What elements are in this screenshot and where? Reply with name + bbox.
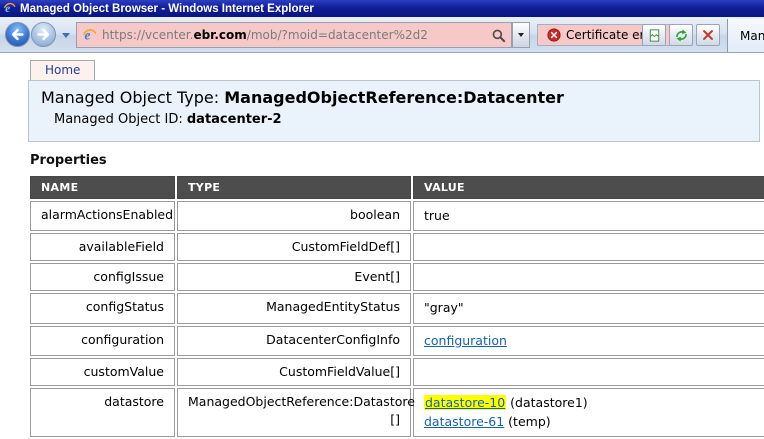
value-text: true — [424, 208, 450, 223]
value-link[interactable]: configuration — [424, 333, 507, 348]
object-id-value: datacenter-2 — [187, 112, 282, 127]
table-row: availableFieldCustomFieldDef[] — [30, 233, 764, 261]
managed-object-id: Managed Object ID: datacenter-2 — [54, 112, 747, 127]
table-row: datastoreManagedObjectReference:Datastor… — [30, 388, 764, 437]
property-value — [413, 263, 764, 291]
forward-button[interactable] — [30, 21, 57, 48]
property-name: configIssue — [30, 263, 175, 291]
table-row: configurationDatacenterConfigInfoconfigu… — [30, 326, 764, 356]
window-titlebar: e Managed Object Browser - Windows Inter… — [0, 0, 764, 17]
properties-table: NAME TYPE VALUE alarmActionsEnabledboole… — [28, 174, 764, 439]
window-title: Managed Object Browser - Windows Interne… — [20, 3, 314, 15]
value-suffix: (temp) — [504, 414, 550, 429]
property-value: configuration — [413, 326, 764, 356]
value-line: configuration — [424, 332, 764, 350]
property-type: Event[] — [177, 263, 411, 291]
property-value: "gray" — [413, 293, 764, 323]
value-line: true — [424, 207, 764, 225]
properties-heading: Properties — [30, 153, 107, 168]
property-name: availableField — [30, 233, 175, 261]
chevron-down-icon — [518, 33, 524, 37]
tab-title: Managed Object Browser — [740, 29, 764, 43]
property-value — [413, 233, 764, 261]
table-row: customValueCustomFieldValue[] — [30, 358, 764, 386]
stop-button[interactable] — [696, 24, 720, 46]
browser-tab[interactable]: e Managed Object Browser — [727, 19, 764, 52]
address-bar[interactable]: e https://vcenter.ebr.com/mob/?moid=data… — [76, 22, 512, 48]
page-favicon-icon: e — [82, 28, 97, 43]
table-row: configStatusManagedEntityStatus "gray" — [30, 293, 764, 323]
recent-pages-dropdown-icon[interactable] — [62, 33, 70, 38]
value-line: "gray" — [424, 299, 764, 317]
table-row: alarmActionsEnabledboolean true — [30, 201, 764, 231]
page-content: Home Managed Object Type: ManagedObjectR… — [0, 53, 764, 404]
browser-toolbar: e https://vcenter.ebr.com/mob/?moid=data… — [0, 17, 764, 53]
value-suffix: (datastore1) — [506, 395, 587, 410]
object-id-label: Managed Object ID: — [54, 112, 183, 127]
property-value: true — [413, 201, 764, 231]
header-type: TYPE — [177, 176, 411, 199]
property-name: configuration — [30, 326, 175, 356]
property-name: configStatus — [30, 293, 175, 323]
value-line: datastore-61 (temp) — [424, 413, 764, 431]
property-type: DatacenterConfigInfo — [177, 326, 411, 356]
compatibility-view-button[interactable] — [642, 24, 666, 46]
property-type: CustomFieldDef[] — [177, 233, 411, 261]
property-type: ManagedObjectReference:Datastore[] — [177, 388, 411, 437]
property-type: ManagedEntityStatus — [177, 293, 411, 323]
ie-logo-icon: e — [3, 2, 16, 15]
value-line: datastore-10 (datastore1) — [424, 394, 764, 412]
header-name: NAME — [30, 176, 175, 199]
refresh-button[interactable] — [669, 24, 693, 46]
property-type: boolean — [177, 201, 411, 231]
value-link[interactable]: datastore-61 — [424, 414, 504, 429]
property-name: alarmActionsEnabled — [30, 201, 175, 231]
security-shield-icon — [547, 28, 561, 42]
header-value: VALUE — [413, 176, 764, 199]
broken-page-icon — [647, 28, 662, 43]
stop-x-icon — [701, 28, 715, 42]
object-type-label: Managed Object Type: — [41, 88, 219, 107]
address-dropdown-button[interactable] — [512, 22, 530, 48]
managed-object-type: Managed Object Type: ManagedObjectRefere… — [41, 88, 747, 107]
search-icon[interactable] — [491, 28, 506, 43]
property-type: CustomFieldValue[] — [177, 358, 411, 386]
property-value: datastore-10 (datastore1)datastore-61 (t… — [413, 388, 764, 437]
table-header-row: NAME TYPE VALUE — [30, 176, 764, 199]
properties-table-body: alarmActionsEnabledboolean true availableF… — [30, 201, 764, 437]
property-name: datastore — [30, 388, 175, 437]
table-row: configIssueEvent[] — [30, 263, 764, 291]
value-link-highlighted[interactable]: datastore-10 — [424, 395, 506, 410]
property-value — [413, 358, 764, 386]
value-text: "gray" — [424, 300, 464, 315]
property-name: customValue — [30, 358, 175, 386]
url-text: https://vcenter.ebr.com/mob/?moid=datace… — [102, 28, 486, 42]
back-button[interactable] — [4, 21, 31, 48]
home-tab[interactable]: Home — [30, 60, 95, 80]
refresh-icon — [674, 28, 689, 43]
object-type-value: ManagedObjectReference:Datacenter — [224, 88, 564, 107]
object-header-box: Managed Object Type: ManagedObjectRefere… — [28, 80, 760, 142]
